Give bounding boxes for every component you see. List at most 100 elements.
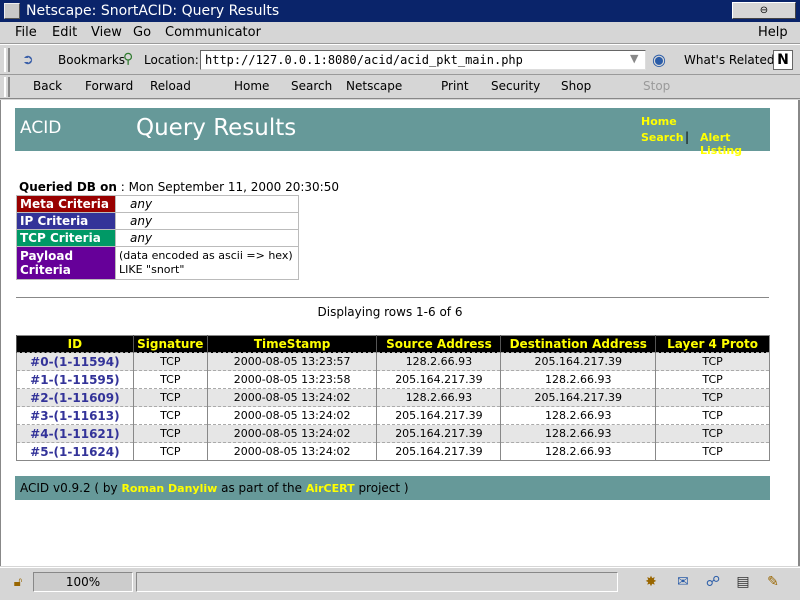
source-address-cell: 205.164.217.39 bbox=[376, 442, 501, 461]
layer4-proto-cell: TCP bbox=[655, 442, 770, 461]
security-button[interactable]: Security bbox=[491, 75, 540, 97]
signature-cell: TCP bbox=[132, 352, 208, 371]
footer-middle: as part of the bbox=[217, 481, 306, 495]
destination-address-cell: 128.2.66.93 bbox=[500, 370, 656, 389]
author-link[interactable]: Roman Danyliw bbox=[121, 482, 217, 495]
page-footer: ACID v0.9.2 ( by Roman Danyliw as part o… bbox=[15, 476, 770, 500]
payload-criteria-line2: LIKE "snort" bbox=[119, 263, 185, 276]
composer-icon[interactable]: ✎ bbox=[762, 573, 784, 591]
alert-listing-link[interactable]: Alert Listing bbox=[700, 131, 770, 157]
row-count-text: Displaying rows 1-6 of 6 bbox=[317, 305, 463, 319]
page-title: Query Results bbox=[136, 115, 297, 141]
alert-id-link[interactable]: #0-(1-11594) bbox=[16, 352, 134, 371]
aircert-link[interactable]: AirCERT bbox=[306, 482, 355, 495]
destination-address-cell: 128.2.66.93 bbox=[500, 424, 656, 443]
page-content[interactable]: ACID Query Results Home Search | Alert L… bbox=[0, 100, 798, 566]
stop-button[interactable]: Stop bbox=[643, 75, 670, 97]
menu-view[interactable]: View bbox=[91, 22, 122, 44]
col-header-layer4[interactable]: Layer 4 Proto bbox=[655, 335, 770, 353]
bookmarks-button[interactable]: Bookmarks bbox=[58, 53, 125, 67]
menu-communicator[interactable]: Communicator bbox=[165, 22, 261, 44]
acid-banner: ACID Query Results Home Search | Alert L… bbox=[15, 108, 770, 157]
col-header-signature[interactable]: Signature bbox=[132, 335, 208, 353]
timestamp-cell: 2000-08-05 13:23:57 bbox=[206, 352, 377, 371]
payload-criteria-label: Payload Criteria bbox=[16, 246, 116, 280]
timestamp-cell: 2000-08-05 13:24:02 bbox=[206, 406, 377, 425]
layer4-proto-cell: TCP bbox=[655, 370, 770, 389]
window-control-button[interactable]: ⊖ bbox=[732, 2, 796, 19]
alert-id-link[interactable]: #5-(1-11624) bbox=[16, 442, 134, 461]
back-button[interactable]: Back bbox=[33, 75, 62, 97]
layer4-proto-cell: TCP bbox=[655, 352, 770, 371]
mail-icon[interactable]: ✉ bbox=[672, 573, 694, 591]
source-address-cell: 205.164.217.39 bbox=[376, 406, 501, 425]
criteria-table: Meta Criteria any IP Criteria any TCP Cr… bbox=[16, 195, 299, 280]
destination-address-cell: 205.164.217.39 bbox=[500, 388, 656, 407]
url-dropdown-icon[interactable]: ▼ bbox=[630, 52, 638, 65]
queried-value: : Mon September 11, 2000 20:30:50 bbox=[116, 180, 339, 194]
toolbar-grip[interactable] bbox=[4, 48, 10, 72]
home-link[interactable]: Home bbox=[641, 115, 677, 128]
window-menu-icon[interactable] bbox=[4, 3, 20, 19]
alert-id-link[interactable]: #3-(1-11613) bbox=[16, 406, 134, 425]
menu-file[interactable]: File bbox=[15, 22, 37, 44]
shop-button[interactable]: Shop bbox=[561, 75, 591, 97]
table-row: #2-(1-11609) TCP 2000-08-05 13:24:02 128… bbox=[16, 388, 770, 407]
menu-help[interactable]: Help bbox=[758, 22, 788, 44]
footer-suffix: project ) bbox=[354, 481, 409, 495]
activity-icon: ✸ bbox=[645, 574, 657, 590]
layer4-proto-cell: TCP bbox=[655, 406, 770, 425]
address-book-icon[interactable]: ▤ bbox=[732, 573, 754, 591]
location-icon[interactable]: ⚲ bbox=[123, 51, 133, 67]
reload-button[interactable]: Reload bbox=[150, 75, 191, 97]
layer4-proto-cell: TCP bbox=[655, 388, 770, 407]
layer4-proto-cell: TCP bbox=[655, 424, 770, 443]
search-link[interactable]: Search bbox=[641, 131, 684, 144]
url-input[interactable]: http://127.0.0.1:8080/acid/acid_pkt_main… bbox=[200, 50, 646, 70]
table-row: #5-(1-11624) TCP 2000-08-05 13:24:02 205… bbox=[16, 442, 770, 461]
source-address-cell: 205.164.217.39 bbox=[376, 424, 501, 443]
window-title-bar[interactable]: Netscape: SnortACID: Query Results ⊖ bbox=[0, 0, 800, 22]
alert-id-link[interactable]: #2-(1-11609) bbox=[16, 388, 134, 407]
netscape-button[interactable]: Netscape bbox=[346, 75, 402, 97]
criteria-row: Payload Criteria (data encoded as ascii … bbox=[16, 246, 299, 280]
alert-id-link[interactable]: #1-(1-11595) bbox=[16, 370, 134, 389]
divider bbox=[16, 297, 769, 299]
menu-go[interactable]: Go bbox=[133, 22, 151, 44]
payload-criteria-value: (data encoded as ascii => hex) LIKE "sno… bbox=[115, 246, 299, 280]
location-toolbar: ➲ Bookmarks ⚲ Location: http://127.0.0.1… bbox=[0, 44, 800, 75]
security-lock-icon[interactable]: 🔓︎ bbox=[8, 574, 28, 592]
menu-bar: File Edit View Go Communicator Help bbox=[0, 22, 800, 44]
meta-criteria-value: any bbox=[115, 195, 299, 213]
menu-edit[interactable]: Edit bbox=[52, 22, 77, 44]
home-button[interactable]: Home bbox=[234, 75, 269, 97]
newsgroups-icon[interactable]: ☍ bbox=[702, 573, 724, 591]
search-button[interactable]: Search bbox=[291, 75, 332, 97]
timestamp-cell: 2000-08-05 13:24:02 bbox=[206, 388, 377, 407]
netscape-logo[interactable]: N bbox=[773, 50, 793, 70]
col-header-timestamp[interactable]: TimeStamp bbox=[206, 335, 377, 353]
forward-button[interactable]: Forward bbox=[85, 75, 133, 97]
window-title: Netscape: SnortACID: Query Results bbox=[26, 3, 280, 19]
source-address-cell: 128.2.66.93 bbox=[376, 388, 501, 407]
print-button[interactable]: Print bbox=[441, 75, 469, 97]
bookmarks-icon[interactable]: ➲ bbox=[22, 52, 44, 68]
signature-cell: TCP bbox=[132, 388, 208, 407]
col-header-destination[interactable]: Destination Address bbox=[500, 335, 656, 353]
location-label: Location: bbox=[144, 53, 199, 67]
toolbar-grip[interactable] bbox=[4, 77, 10, 97]
destination-address-cell: 128.2.66.93 bbox=[500, 442, 656, 461]
zoom-indicator: 100% bbox=[33, 572, 133, 592]
col-header-source[interactable]: Source Address bbox=[376, 335, 501, 353]
tcp-criteria-label: TCP Criteria bbox=[16, 229, 116, 247]
signature-cell: TCP bbox=[132, 406, 208, 425]
status-message bbox=[136, 572, 618, 592]
whats-related-button[interactable]: What's Related bbox=[684, 53, 774, 67]
timestamp-cell: 2000-08-05 13:24:02 bbox=[206, 424, 377, 443]
whats-related-icon[interactable]: ◉ bbox=[652, 50, 666, 69]
criteria-row: TCP Criteria any bbox=[16, 229, 299, 247]
destination-address-cell: 205.164.217.39 bbox=[500, 352, 656, 371]
col-header-id[interactable]: ID bbox=[16, 335, 134, 353]
alert-id-link[interactable]: #4-(1-11621) bbox=[16, 424, 134, 443]
results-table: ID Signature TimeStamp Source Address De… bbox=[16, 335, 770, 461]
